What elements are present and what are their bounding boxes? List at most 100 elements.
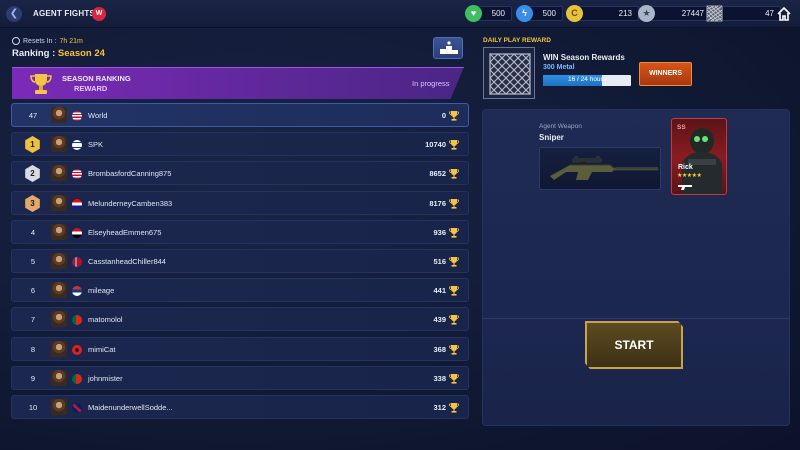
agent-tier: SS: [677, 124, 686, 131]
player-score: 368: [433, 345, 446, 354]
energy-counter[interactable]: ϟ 500: [516, 5, 563, 22]
player-name: mileage: [88, 286, 115, 295]
sniper-rifle-icon: [550, 156, 659, 180]
avatar[interactable]: [51, 399, 67, 415]
table-row[interactable]: 3 MelunderneyCamben383 8176: [11, 191, 469, 215]
table-row[interactable]: 8 mimiCat 368: [11, 337, 469, 361]
table-row[interactable]: 10 MaidenunderwellSodde... 312: [11, 395, 469, 419]
season-name: Season 24: [57, 48, 105, 59]
start-button[interactable]: START: [585, 321, 683, 369]
gold-rank-medal-icon: 1: [25, 136, 40, 153]
player-name: World: [88, 111, 108, 120]
weapon-slot[interactable]: [539, 147, 661, 190]
avatar[interactable]: [51, 195, 67, 211]
gun-icon: [678, 185, 692, 190]
agent-name: Rick: [678, 164, 693, 171]
table-row[interactable]: 1 SPK 10740: [11, 132, 469, 156]
reset-timer: Resets In : 7h 21m: [12, 37, 83, 45]
bronze-rank-medal-icon: 3: [25, 195, 40, 212]
avatar[interactable]: [51, 311, 67, 327]
gem-icon: ♥: [465, 5, 482, 22]
my-rank-row[interactable]: 47 World 0: [11, 103, 469, 127]
trophy-icon: [449, 168, 459, 179]
clock-icon: [12, 37, 20, 45]
rank-number: 10: [28, 403, 38, 412]
avatar[interactable]: [51, 370, 67, 386]
table-row[interactable]: 9 johnmister 338: [11, 366, 469, 390]
flag-icon: [72, 199, 82, 209]
agent-card[interactable]: SS Rick ★★★★★: [671, 118, 727, 195]
banner-title: SEASON RANKING: [62, 74, 131, 83]
flag-icon: [72, 257, 82, 267]
podium-button[interactable]: [433, 37, 463, 59]
silver-rank-medal-icon: 2: [25, 165, 40, 182]
progress-text: 16 / 24 hours: [568, 76, 606, 83]
gem-counter[interactable]: ♥ 500: [465, 5, 512, 22]
player-name: SPK: [88, 140, 104, 149]
avatar[interactable]: [51, 253, 67, 269]
banner-subtitle: REWARD: [74, 84, 108, 93]
player-name: MelunderneyCamben383: [88, 199, 173, 208]
trophy-icon: [449, 314, 459, 325]
table-row[interactable]: 6 mileage 441: [11, 278, 469, 302]
league-badge: W: [92, 7, 106, 21]
avatar[interactable]: [51, 107, 67, 123]
trophy-icon: [449, 402, 459, 413]
home-icon[interactable]: [776, 6, 792, 22]
flag-icon: [72, 315, 82, 325]
avatar[interactable]: [51, 282, 67, 298]
season-ranking-banner[interactable]: SEASON RANKING REWARD In progress: [12, 67, 464, 99]
rank-number: 6: [30, 286, 36, 295]
top-bar: ❮ AGENT FIGHTS - W ♥ 500 ϟ 500 C 213 ★ 2…: [0, 0, 800, 28]
table-row[interactable]: 2 BrombasfordCanning875 8652: [11, 161, 469, 185]
resets-time: 7h 21m: [59, 37, 83, 45]
resets-label: Resets In :: [23, 37, 57, 45]
rank-number: 4: [30, 228, 36, 237]
flag-icon: [72, 286, 82, 296]
metal-counter[interactable]: 47: [706, 5, 781, 22]
avatar[interactable]: [51, 165, 67, 181]
player-name: MaidenunderwellSodde...: [88, 403, 173, 412]
player-score: 312: [433, 403, 446, 412]
daily-reward-label: DAILY PLAY REWARD: [483, 37, 551, 44]
table-row[interactable]: 5 CasstanheadChiller844 516: [11, 249, 469, 273]
avatar[interactable]: [51, 341, 67, 357]
trophy-icon: [449, 256, 459, 267]
player-name: ElseyheadEmmen675: [88, 228, 162, 237]
winners-button[interactable]: WINNERS: [639, 62, 692, 86]
trophy-icon: [449, 139, 459, 150]
player-score: 441: [433, 286, 446, 295]
weapon-name: Sniper: [539, 133, 564, 142]
player-name: CasstanheadChiller844: [88, 257, 166, 266]
table-row[interactable]: 7 matomolol 439: [11, 307, 469, 331]
flag-icon: [72, 111, 82, 121]
medal-value: 27447: [649, 6, 711, 21]
player-name: johnmister: [88, 374, 123, 383]
rank-number: 47: [28, 111, 38, 120]
flag-icon: [72, 374, 82, 384]
medal-counter[interactable]: ★ 27447: [638, 5, 711, 22]
player-score: 8652: [429, 169, 446, 178]
player-score: 10740: [425, 140, 446, 149]
weapon-caption: Agent Weapon: [539, 123, 582, 130]
reward-amount: 300 Metal: [543, 64, 575, 71]
player-score: 338: [433, 374, 446, 383]
avatar[interactable]: [51, 224, 67, 240]
trophy-icon: [449, 198, 459, 209]
trophy-icon: [449, 227, 459, 238]
coin-counter[interactable]: C 213: [566, 5, 639, 22]
agent-stars: ★★★★★: [677, 173, 702, 179]
coin-icon: C: [566, 5, 583, 22]
table-row[interactable]: 4 ElseyheadEmmen675 936: [11, 220, 469, 244]
coin-value: 213: [577, 6, 639, 21]
ranking-heading: Ranking : Season 24: [12, 48, 105, 59]
podium-icon: [440, 41, 458, 54]
avatar[interactable]: [51, 136, 67, 152]
player-name: BrombasfordCanning875: [88, 169, 172, 178]
banner-status: In progress: [412, 79, 450, 88]
reward-title: WIN Season Rewards: [543, 53, 625, 62]
back-arrow-icon[interactable]: ❮: [6, 6, 22, 22]
trophy-icon: [449, 373, 459, 384]
rank-number: 7: [30, 315, 36, 324]
player-score: 516: [433, 257, 446, 266]
